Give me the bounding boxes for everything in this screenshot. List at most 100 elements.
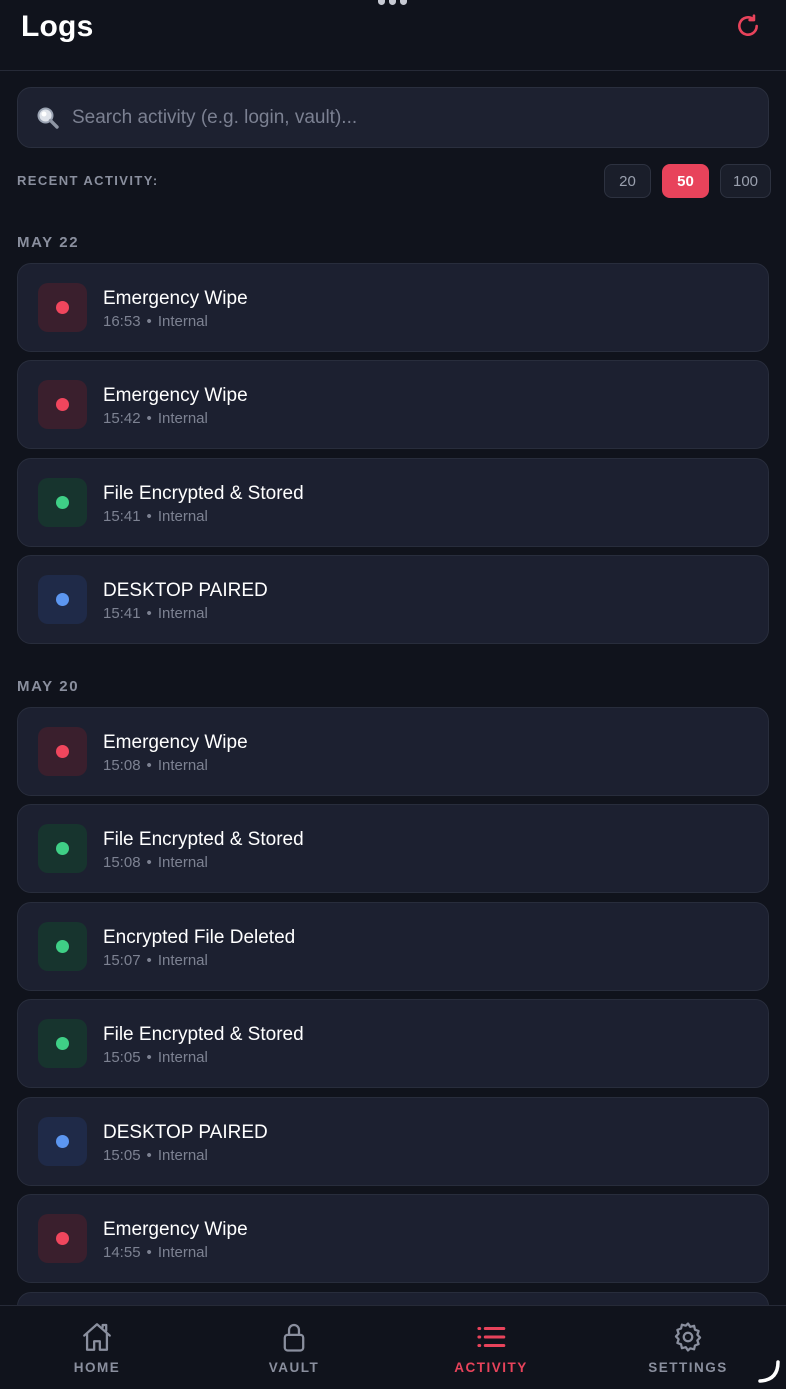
nav-activity[interactable]: ACTIVITY bbox=[401, 1306, 581, 1389]
activity-item[interactable]: Emergency Wipe 15:42 • Internal bbox=[17, 360, 769, 449]
activity-source: Internal bbox=[157, 410, 208, 427]
activity-source: Internal bbox=[157, 1049, 208, 1066]
activity-item[interactable]: File Encrypted & Stored 15:41 • Internal bbox=[17, 458, 769, 547]
activity-time: 15:05 bbox=[103, 1147, 141, 1164]
meta-separator: • bbox=[146, 1049, 152, 1066]
activity-title: File Encrypted & Stored bbox=[103, 829, 304, 850]
activity-meta: 15:05 • Internal bbox=[103, 1147, 208, 1164]
lock-icon bbox=[277, 1320, 311, 1354]
list-icon bbox=[474, 1320, 508, 1354]
activity-item[interactable]: File Encrypted & Stored 15:08 • Internal bbox=[17, 804, 769, 893]
date-header: MAY 22 bbox=[17, 234, 80, 251]
status-badge bbox=[38, 1019, 87, 1068]
search-icon bbox=[34, 104, 62, 132]
resize-handle-icon[interactable] bbox=[756, 1359, 782, 1385]
header: Logs bbox=[0, 0, 786, 71]
status-dot bbox=[56, 398, 69, 411]
activity-source: Internal bbox=[157, 854, 208, 871]
limit-50-button[interactable]: 50 bbox=[662, 164, 709, 198]
activity-time: 16:53 bbox=[103, 313, 141, 330]
activity-time: 15:41 bbox=[103, 605, 141, 622]
activity-title: DESKTOP PAIRED bbox=[103, 580, 268, 601]
status-badge bbox=[38, 380, 87, 429]
activity-meta: 15:08 • Internal bbox=[103, 854, 208, 871]
activity-time: 15:08 bbox=[103, 757, 141, 774]
meta-separator: • bbox=[146, 313, 152, 330]
activity-item[interactable]: Emergency Wipe 15:08 • Internal bbox=[17, 707, 769, 796]
nav-settings[interactable]: SETTINGS bbox=[598, 1306, 778, 1389]
activity-time: 15:08 bbox=[103, 854, 141, 871]
home-icon bbox=[80, 1320, 114, 1354]
activity-item[interactable]: File Encrypted & Stored 15:05 • Internal bbox=[17, 999, 769, 1088]
activity-title: Emergency Wipe bbox=[103, 1219, 248, 1240]
activity-item[interactable]: Emergency Wipe 14:55 • Internal bbox=[17, 1194, 769, 1283]
status-dot bbox=[56, 745, 69, 758]
meta-separator: • bbox=[146, 952, 152, 969]
activity-time: 15:07 bbox=[103, 952, 141, 969]
limit-selector: 20 50 100 bbox=[604, 164, 772, 198]
activity-title: File Encrypted & Stored bbox=[103, 483, 304, 504]
activity-source: Internal bbox=[157, 1147, 208, 1164]
drag-handle[interactable] bbox=[378, 0, 407, 5]
activity-item[interactable]: Emergency Wipe 16:53 • Internal bbox=[17, 263, 769, 352]
status-badge bbox=[38, 575, 87, 624]
activity-source: Internal bbox=[157, 605, 208, 622]
status-badge bbox=[38, 824, 87, 873]
page-title: Logs bbox=[21, 10, 94, 43]
activity-time: 15:05 bbox=[103, 1049, 141, 1066]
nav-vault-label: VAULT bbox=[268, 1360, 320, 1375]
refresh-icon bbox=[738, 14, 758, 36]
activity-item[interactable]: DESKTOP PAIRED 15:05 • Internal bbox=[17, 1097, 769, 1186]
activity-meta: 16:53 • Internal bbox=[103, 313, 208, 330]
meta-separator: • bbox=[146, 410, 152, 427]
activity-source: Internal bbox=[157, 952, 208, 969]
search-input[interactable] bbox=[72, 106, 768, 129]
limit-100-button[interactable]: 100 bbox=[720, 164, 772, 198]
status-dot bbox=[56, 301, 69, 314]
status-dot bbox=[56, 1135, 69, 1148]
activity-title: DESKTOP PAIRED bbox=[103, 1122, 268, 1143]
activity-title: Encrypted File Deleted bbox=[103, 927, 296, 948]
activity-title: File Encrypted & Stored bbox=[103, 1024, 304, 1045]
meta-separator: • bbox=[146, 508, 152, 525]
nav-settings-label: SETTINGS bbox=[648, 1360, 728, 1375]
drag-handle-dot bbox=[378, 0, 385, 5]
nav-home[interactable]: HOME bbox=[7, 1306, 187, 1389]
drag-handle-dot bbox=[389, 0, 396, 5]
status-badge bbox=[38, 283, 87, 332]
status-badge bbox=[38, 1214, 87, 1263]
meta-separator: • bbox=[146, 1147, 152, 1164]
nav-home-label: HOME bbox=[73, 1360, 121, 1375]
status-dot bbox=[56, 1037, 69, 1050]
activity-title: Emergency Wipe bbox=[103, 385, 248, 406]
activity-source: Internal bbox=[157, 508, 208, 525]
activity-meta: 15:41 • Internal bbox=[103, 508, 208, 525]
limit-20-button[interactable]: 20 bbox=[604, 164, 651, 198]
meta-separator: • bbox=[146, 605, 152, 622]
activity-item[interactable]: Encrypted File Deleted 15:07 • Internal bbox=[17, 902, 769, 991]
gear-icon bbox=[671, 1320, 705, 1354]
activity-meta: 15:42 • Internal bbox=[103, 410, 208, 427]
refresh-button[interactable] bbox=[732, 10, 764, 42]
status-dot bbox=[56, 940, 69, 953]
nav-vault[interactable]: VAULT bbox=[204, 1306, 384, 1389]
status-badge bbox=[38, 922, 87, 971]
recent-activity-label: RECENT ACTIVITY: bbox=[17, 173, 159, 188]
activity-item[interactable]: DESKTOP PAIRED 15:41 • Internal bbox=[17, 555, 769, 644]
app-root: Logs RECENT ACTIVITY: 20 50 100 MAY 22 E… bbox=[0, 0, 786, 1389]
meta-separator: • bbox=[146, 757, 152, 774]
activity-time: 15:41 bbox=[103, 508, 141, 525]
activity-time: 15:42 bbox=[103, 410, 141, 427]
meta-separator: • bbox=[146, 1244, 152, 1261]
activity-source: Internal bbox=[157, 313, 208, 330]
drag-handle-dot bbox=[400, 0, 407, 5]
status-dot bbox=[56, 496, 69, 509]
status-badge bbox=[38, 478, 87, 527]
activity-title: Emergency Wipe bbox=[103, 732, 248, 753]
bottom-nav: HOME VAULT ACTIVITY SETTINGS bbox=[0, 1305, 786, 1389]
meta-separator: • bbox=[146, 854, 152, 871]
activity-meta: 15:05 • Internal bbox=[103, 1049, 208, 1066]
activity-title: Emergency Wipe bbox=[103, 288, 248, 309]
date-header: MAY 20 bbox=[17, 678, 80, 695]
activity-time: 14:55 bbox=[103, 1244, 141, 1261]
